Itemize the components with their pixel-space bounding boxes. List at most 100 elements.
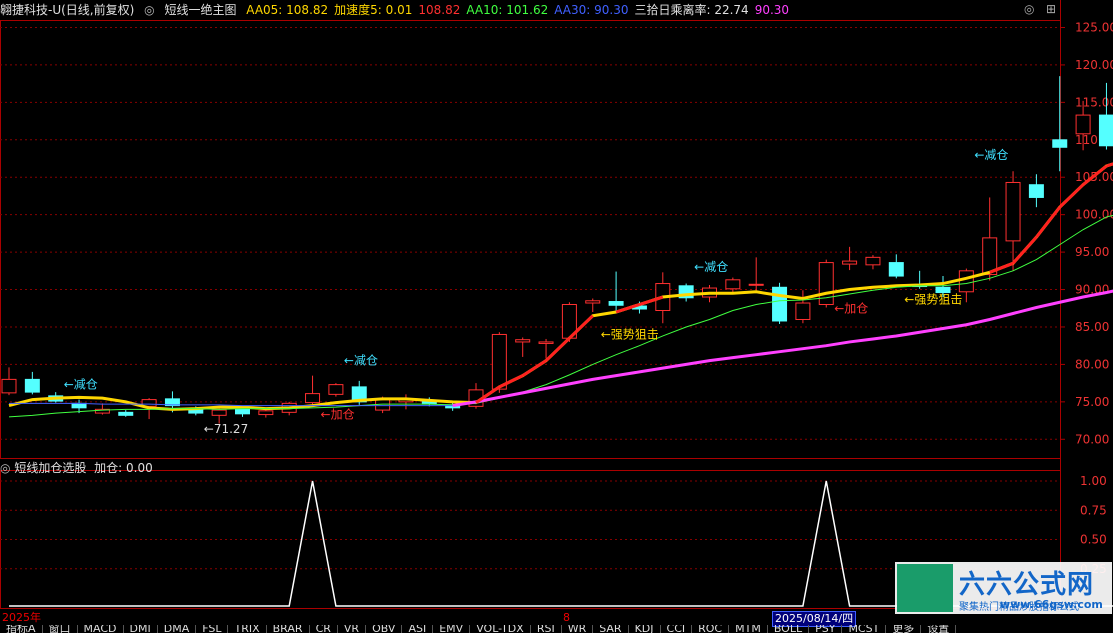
tab-2[interactable]: MACD — [78, 625, 124, 633]
tab-9[interactable]: VR — [338, 625, 367, 633]
candle-body — [1098, 114, 1113, 147]
tab-3[interactable]: DMI — [124, 625, 158, 633]
tab-18[interactable]: CCI — [661, 625, 693, 633]
candle-body — [888, 262, 904, 277]
tab-23[interactable]: MCST — [842, 625, 887, 633]
y-tick-label: 70.00 — [1075, 432, 1109, 446]
header-value-6: 90.30 — [754, 3, 790, 17]
y-tick-label: 100.00 — [1075, 208, 1113, 222]
tab-25[interactable]: 设置 — [921, 625, 957, 633]
candle-body — [71, 402, 87, 409]
candle-body — [258, 410, 274, 416]
candle-body — [515, 339, 531, 343]
date-label-month: 8 — [563, 611, 570, 624]
candle-body — [748, 283, 764, 286]
candle-body — [1028, 184, 1044, 198]
candle-body — [772, 286, 788, 322]
settings-icon[interactable]: ◎ — [144, 3, 154, 17]
logo-text: 六六公式网 — [959, 570, 1095, 600]
y-tick-label: 115.00 — [1075, 95, 1113, 109]
main-chart-header: 翱捷科技-U(日线,前复权) ◎ 短线一绝主图 AA05: 108.82 加速度5… — [0, 0, 801, 20]
candle-body — [211, 409, 227, 416]
collapse-icon[interactable]: ◎ — [0, 461, 10, 475]
tab-24[interactable]: 更多 — [886, 625, 922, 633]
header-value-3: AA10: 101.62 — [466, 3, 549, 17]
annotation-label: ←加仓 — [834, 301, 868, 315]
tab-4[interactable]: DMA — [158, 625, 197, 633]
tab-10[interactable]: OBV — [366, 625, 403, 633]
ma-rising-segment — [1035, 206, 1061, 239]
ma-rising-segment — [1058, 183, 1085, 209]
sub-y-tick-label: 0.75 — [1080, 503, 1107, 517]
tab-22[interactable]: PSY — [809, 625, 843, 633]
candle-body — [118, 411, 134, 416]
logo-url: www.66gsw.com — [1000, 598, 1103, 611]
tab-16[interactable]: SAR — [593, 625, 629, 633]
tab-20[interactable]: MTM — [729, 625, 768, 633]
annotation-label: ←减仓 — [694, 260, 728, 274]
y-tick-label: 75.00 — [1075, 395, 1109, 409]
candle-body — [1052, 139, 1068, 148]
candle-body — [305, 393, 321, 404]
tab-8[interactable]: CR — [310, 625, 338, 633]
indicator-tabs: 指标A 窗口 MACD DMI DMA FSL TRIX BRAR CR VR OBV ASI EMV V… — [0, 625, 1113, 633]
candle-body — [1005, 181, 1021, 242]
tab-17[interactable]: KDJ — [629, 625, 661, 633]
candle-body — [1075, 114, 1091, 135]
candle-body — [538, 341, 554, 344]
candle-body — [328, 384, 344, 395]
header-value-2: 108.82 — [418, 3, 461, 17]
indicator-name[interactable]: 短线一绝主图 — [164, 3, 236, 17]
candle-body — [608, 301, 624, 306]
sub-y-tick-label: 1.00 — [1080, 474, 1107, 488]
annotation-label: ←减仓 — [64, 378, 98, 392]
candle-body — [842, 260, 858, 265]
header-value-4: AA30: 90.30 — [554, 3, 629, 17]
logo-mark-icon — [897, 564, 953, 612]
candle-body — [958, 270, 974, 293]
ma-rising-segment — [521, 359, 547, 377]
annotation-label: ←减仓 — [974, 148, 1008, 162]
tab-21[interactable]: BOLL — [768, 625, 810, 633]
window-layout-icon[interactable]: ⊞ — [1046, 2, 1056, 16]
candle-body — [24, 378, 40, 393]
ma-line-aa05 — [8, 162, 1113, 411]
y-tick-label: 80.00 — [1075, 357, 1109, 371]
tab-12[interactable]: EMV — [433, 625, 471, 633]
y-tick-label: 125.00 — [1075, 20, 1113, 34]
target-icon[interactable]: ◎ — [1024, 2, 1034, 16]
tab-6[interactable]: TRIX — [228, 625, 267, 633]
candle-body — [491, 333, 507, 390]
annotation-label: ←减仓 — [344, 354, 378, 368]
tab-15[interactable]: WR — [562, 625, 594, 633]
ma-rising-segment — [1105, 162, 1113, 168]
sub-indicator-name[interactable]: 短线加仓选股 — [14, 461, 86, 475]
tab-1[interactable]: 窗口 — [43, 625, 78, 633]
tab-19[interactable]: ROC — [692, 625, 730, 633]
tab-13[interactable]: VOL-TDX — [470, 625, 531, 633]
price-chart[interactable]: 70.0075.0080.0085.0090.0095.00100.00105.… — [0, 0, 1113, 633]
annotation-label: ←加仓 — [321, 408, 355, 422]
annotation-label: ←强势狙击 — [904, 292, 962, 306]
sub-chart-header: ◎ 短线加仓选股 加仓: 0.00 — [0, 459, 153, 477]
header-value-5: 三拾日乘离率: 22.74 — [634, 3, 749, 17]
tab-0[interactable]: 指标A — [0, 625, 43, 633]
date-label-year: 2025年 — [2, 611, 41, 624]
y-tick-label: 95.00 — [1075, 245, 1109, 259]
y-tick-label: 120.00 — [1075, 58, 1113, 72]
annotation-label: ←强势狙击 — [601, 327, 659, 341]
header-value-0: AA05: 108.82 — [246, 3, 329, 17]
candle-body — [235, 408, 250, 415]
y-tick-label: 85.00 — [1075, 320, 1109, 334]
sub-y-tick-label: 0.50 — [1080, 533, 1107, 547]
tab-5[interactable]: FSL — [196, 625, 229, 633]
candle-body — [725, 279, 741, 290]
indicator-values: AA05: 108.82 加速度5: 0.01 108.82 AA10: 101.62… — [246, 3, 795, 17]
stock-name[interactable]: 翱捷科技-U(日线,前复权) — [0, 3, 134, 17]
header-value-1: 加速度5: 0.01 — [334, 3, 413, 17]
tab-14[interactable]: RSI — [531, 625, 562, 633]
candle-body — [865, 256, 881, 266]
tab-7[interactable]: BRAR — [267, 625, 310, 633]
tab-11[interactable]: ASI — [402, 625, 434, 633]
candle-body — [1, 378, 17, 394]
